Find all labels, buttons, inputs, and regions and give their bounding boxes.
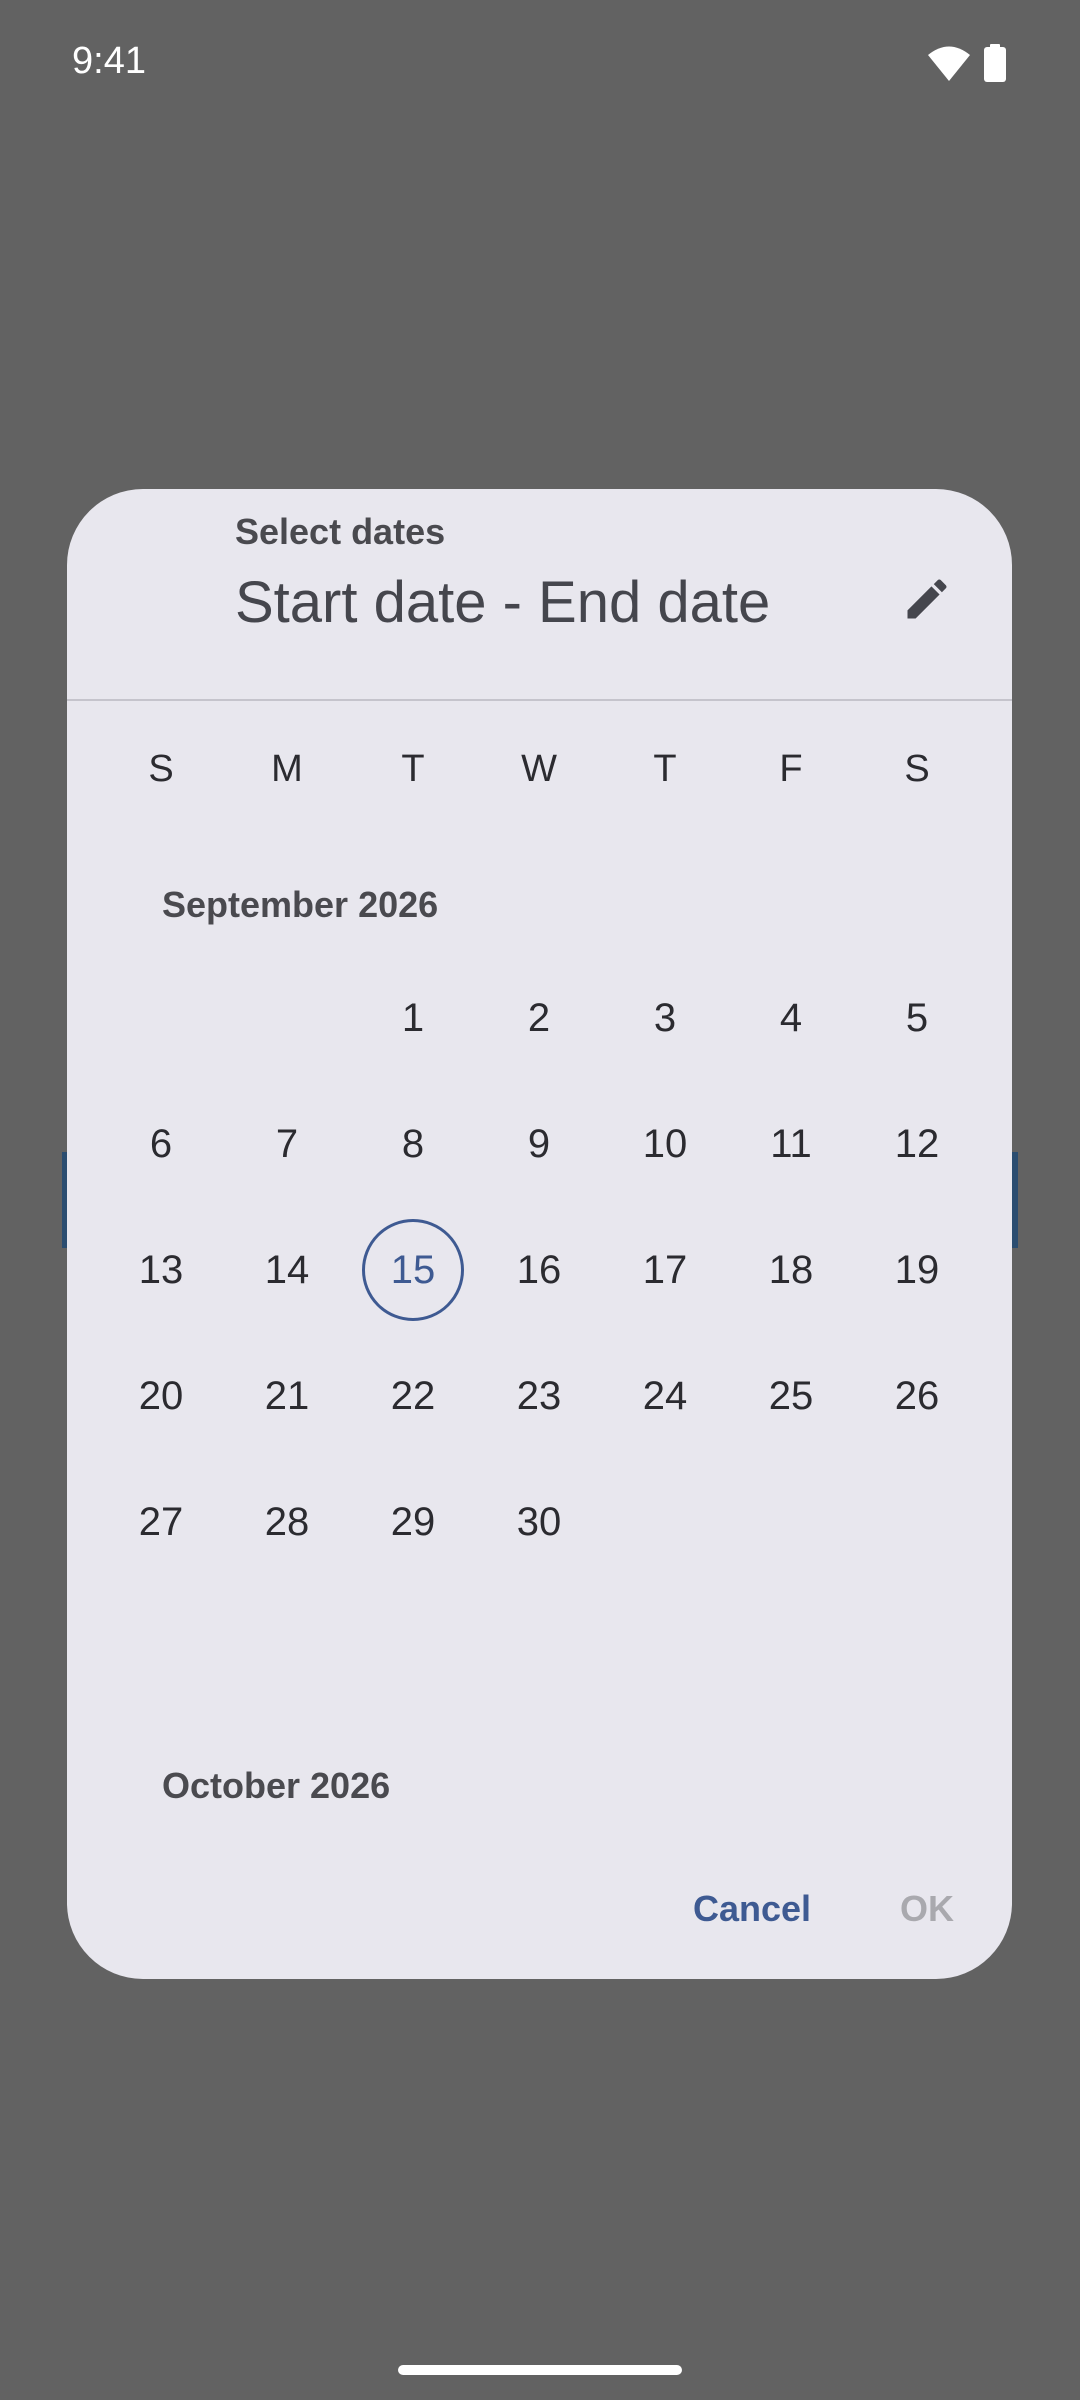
battery-icon <box>984 44 1006 82</box>
day-number: 21 <box>264 1373 310 1418</box>
dialog-headline: Select dates <box>235 511 446 552</box>
day-number: 1 <box>401 995 425 1040</box>
day-cell[interactable]: 8 <box>350 1081 476 1207</box>
day-cell[interactable]: 30 <box>476 1459 602 1585</box>
day-number: 13 <box>138 1247 184 1292</box>
weekday-label: W <box>521 748 557 790</box>
day-cell[interactable]: 12 <box>854 1081 980 1207</box>
day-cell[interactable]: 25 <box>728 1333 854 1459</box>
day-number: 2 <box>527 995 551 1040</box>
day-number: 29 <box>390 1499 436 1544</box>
day-cell[interactable]: 19 <box>854 1207 980 1333</box>
day-cell[interactable]: 3 <box>602 955 728 1081</box>
day-number: 19 <box>894 1247 940 1292</box>
day-cell[interactable]: 4 <box>728 955 854 1081</box>
weekday-label: S <box>148 748 174 790</box>
day-number: 3 <box>653 995 677 1040</box>
day-cell[interactable]: 7 <box>224 1081 350 1207</box>
day-number: 10 <box>642 1121 688 1166</box>
day-number: 5 <box>905 995 929 1040</box>
day-cell[interactable]: 1 <box>350 955 476 1081</box>
day-cell[interactable]: 24 <box>602 1333 728 1459</box>
day-number: 26 <box>894 1373 940 1418</box>
empty-day-cell <box>98 955 224 1081</box>
day-cell[interactable]: 5 <box>854 955 980 1081</box>
day-number: 14 <box>264 1247 310 1292</box>
day-number: 4 <box>779 995 803 1040</box>
day-cell[interactable]: 29 <box>350 1459 476 1585</box>
day-number: 7 <box>275 1121 299 1166</box>
day-number: 12 <box>894 1121 940 1166</box>
pencil-icon <box>907 579 947 619</box>
month-label: October 2026 <box>162 1765 391 1806</box>
day-cell[interactable]: 23 <box>476 1333 602 1459</box>
day-number: 27 <box>138 1499 184 1544</box>
header-divider <box>67 699 1012 701</box>
day-number: 28 <box>264 1499 310 1544</box>
edit-input-mode-button[interactable] <box>877 549 977 649</box>
day-number: 11 <box>770 1121 812 1166</box>
day-number: 18 <box>768 1247 814 1292</box>
day-cell[interactable]: 26 <box>854 1333 980 1459</box>
navigation-handle[interactable] <box>398 2365 682 2375</box>
day-cell[interactable]: 28 <box>224 1459 350 1585</box>
day-number: 16 <box>516 1247 562 1292</box>
weekday-label: T <box>401 748 425 790</box>
day-cell[interactable]: 27 <box>98 1459 224 1585</box>
day-cell-today[interactable]: 15 <box>350 1207 476 1333</box>
status-time: 9:41 <box>72 40 146 82</box>
day-number: 20 <box>138 1373 184 1418</box>
weekday-label: M <box>271 748 303 790</box>
empty-day-cell <box>224 955 350 1081</box>
day-cell[interactable]: 9 <box>476 1081 602 1207</box>
weekday-label: F <box>779 748 803 790</box>
day-number: 30 <box>516 1499 562 1544</box>
day-number: 23 <box>516 1373 562 1418</box>
day-cell[interactable]: 11 <box>728 1081 854 1207</box>
weekday-label: S <box>904 748 930 790</box>
month-day-grid: 1 2 3 4 5 6 7 8 9 10 11 12 13 14 15 16 17 18 19 20 21 22 23 24 2… <box>98 955 980 1585</box>
cancel-button[interactable]: Cancel <box>657 1869 847 1949</box>
status-bar: 9:41 <box>0 0 1080 130</box>
day-cell[interactable]: 22 <box>350 1333 476 1459</box>
day-number: 24 <box>642 1373 688 1418</box>
day-cell[interactable]: 16 <box>476 1207 602 1333</box>
day-number: 17 <box>642 1247 688 1292</box>
day-cell[interactable]: 13 <box>98 1207 224 1333</box>
weekday-label: T <box>653 748 677 790</box>
day-cell[interactable]: 6 <box>98 1081 224 1207</box>
day-cell[interactable]: 2 <box>476 955 602 1081</box>
day-cell[interactable]: 21 <box>224 1333 350 1459</box>
date-range-picker-dialog: Select dates Start date - End date S M T W T… <box>67 489 1012 1979</box>
selected-range-text: Start date - End date <box>235 570 771 635</box>
weekday-header: SMTWTFS <box>98 739 980 799</box>
day-number: 6 <box>149 1121 173 1166</box>
day-number: 15 <box>390 1247 436 1292</box>
day-cell[interactable]: 17 <box>602 1207 728 1333</box>
day-cell[interactable]: 20 <box>98 1333 224 1459</box>
day-number: 22 <box>390 1373 436 1418</box>
month-label: September 2026 <box>162 884 439 925</box>
wifi-icon <box>928 46 970 81</box>
day-number: 9 <box>527 1121 551 1166</box>
ok-button[interactable]: OK <box>867 1869 987 1949</box>
day-cell[interactable]: 10 <box>602 1081 728 1207</box>
day-number: 25 <box>768 1373 814 1418</box>
day-cell[interactable]: 18 <box>728 1207 854 1333</box>
day-number: 8 <box>401 1121 425 1166</box>
day-cell[interactable]: 14 <box>224 1207 350 1333</box>
